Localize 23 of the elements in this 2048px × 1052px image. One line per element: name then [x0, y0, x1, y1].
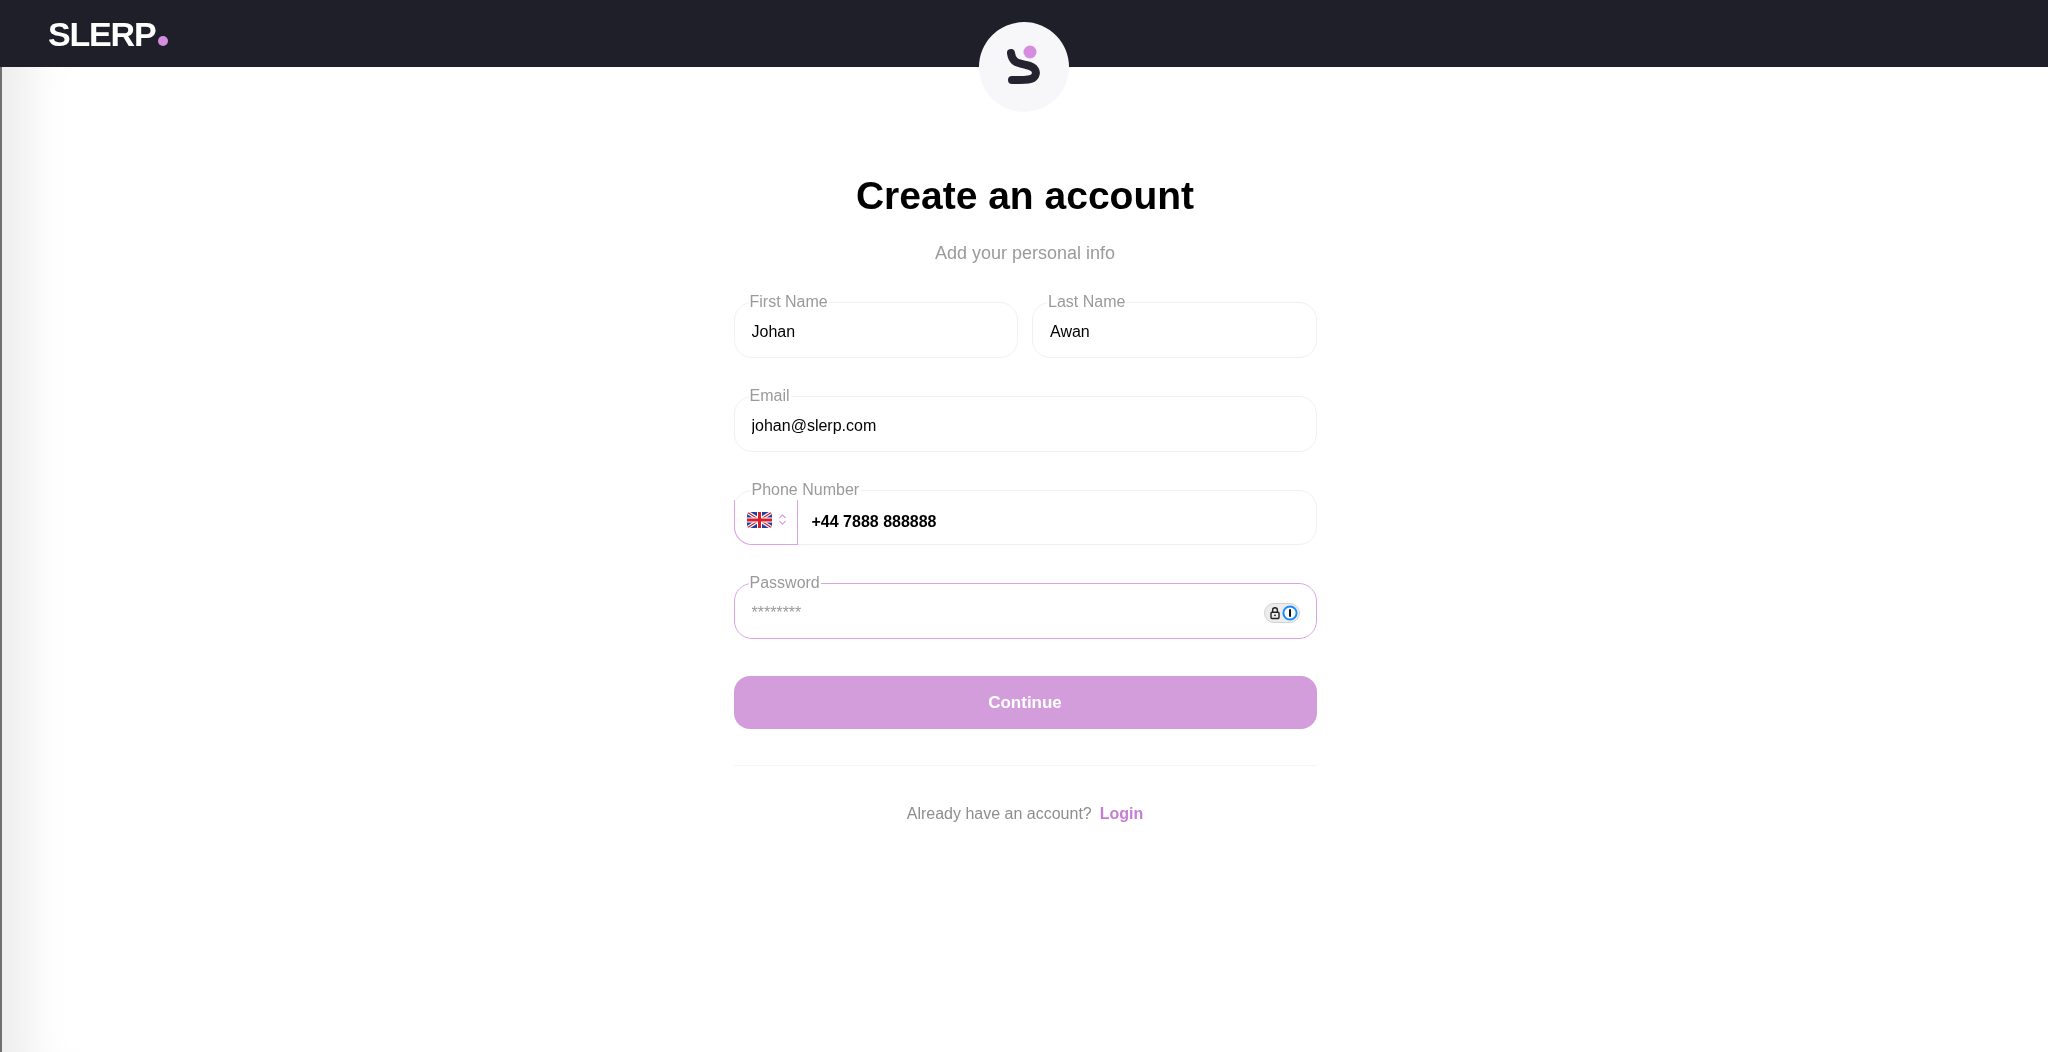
subtitle-text: Add your personal info [933, 242, 1117, 264]
field-label: Password [748, 573, 821, 593]
country-select[interactable] [733, 500, 798, 545]
text-field[interactable]: First Name Johan [733, 292, 1018, 358]
text-input[interactable]: Awan [1050, 312, 1300, 352]
text-input[interactable]: johan@slerp.com [751, 406, 1300, 446]
page-title: Create an account [854, 173, 1196, 219]
text-field[interactable]: Email johan@slerp.com [733, 386, 1317, 452]
login-prompt-text: Already have an account? [906, 804, 1092, 824]
phone-field[interactable]: Phone Number +44 7888 888888 [733, 480, 1317, 545]
dot-icon [158, 35, 169, 46]
lock-pill-icon[interactable] [1263, 603, 1300, 623]
phone-input[interactable]: +44 7888 888888 [797, 500, 1300, 544]
text-field[interactable]: Last Name Awan [1032, 292, 1317, 358]
text-input[interactable]: Johan [751, 312, 1001, 352]
field-label: Email [748, 386, 791, 406]
field-label: First Name [748, 292, 829, 312]
brand-name: SLERP [48, 16, 156, 51]
chevron-updown-icon [778, 514, 786, 525]
field-label: Phone Number [750, 480, 861, 500]
flag-icon [746, 511, 772, 528]
password-input[interactable]: ******** [751, 593, 1264, 633]
field-label: Last Name [1047, 292, 1127, 312]
